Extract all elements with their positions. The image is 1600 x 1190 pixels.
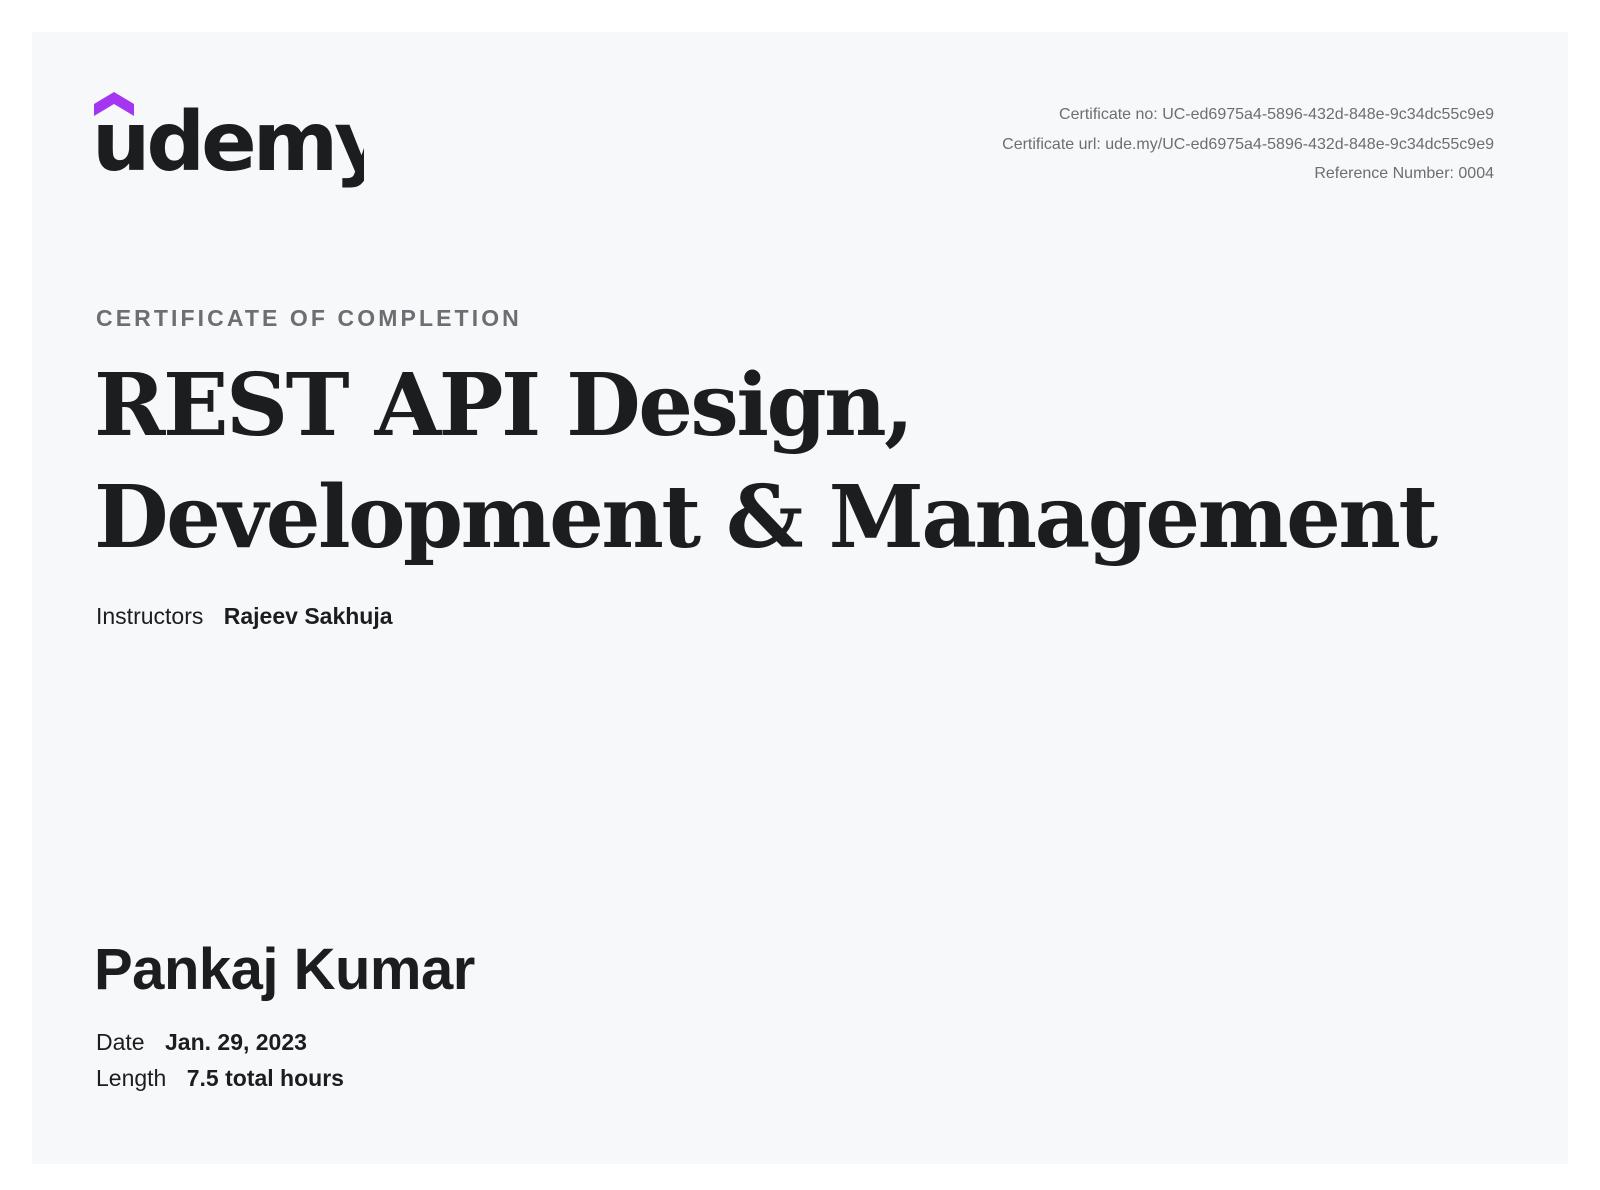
length-row: Length 7.5 total hours [96, 1065, 344, 1092]
instructor-name: Rajeev Sakhuja [223, 603, 393, 629]
certificate-url: Certificate url: ude.my/UC-ed6975a4-5896… [1002, 135, 1494, 153]
instructors-row: Instructors Rajeev Sakhuja [96, 603, 393, 630]
student-name: Pankaj Kumar [94, 937, 475, 1002]
instructors-label: Instructors [96, 603, 204, 629]
udemy-logo: udemy [94, 90, 364, 200]
date-row: Date Jan. 29, 2023 [96, 1029, 307, 1056]
reference-number: Reference Number: 0004 [1314, 165, 1494, 182]
logo-wordmark: udemy [94, 95, 364, 190]
length-value: 7.5 total hours [186, 1065, 344, 1091]
certificate-heading: CERTIFICATE OF COMPLETION [96, 305, 522, 331]
length-label: Length [96, 1065, 167, 1091]
certificate-number: Certificate no: UC-ed6975a4-5896-432d-84… [1059, 106, 1494, 123]
date-value: Jan. 29, 2023 [164, 1029, 307, 1055]
certificate-meta: Certificate no: UC-ed6975a4-5896-432d-84… [1002, 100, 1494, 189]
course-title: REST API Design, Development & Managemen… [94, 355, 1438, 568]
date-label: Date [96, 1029, 145, 1055]
